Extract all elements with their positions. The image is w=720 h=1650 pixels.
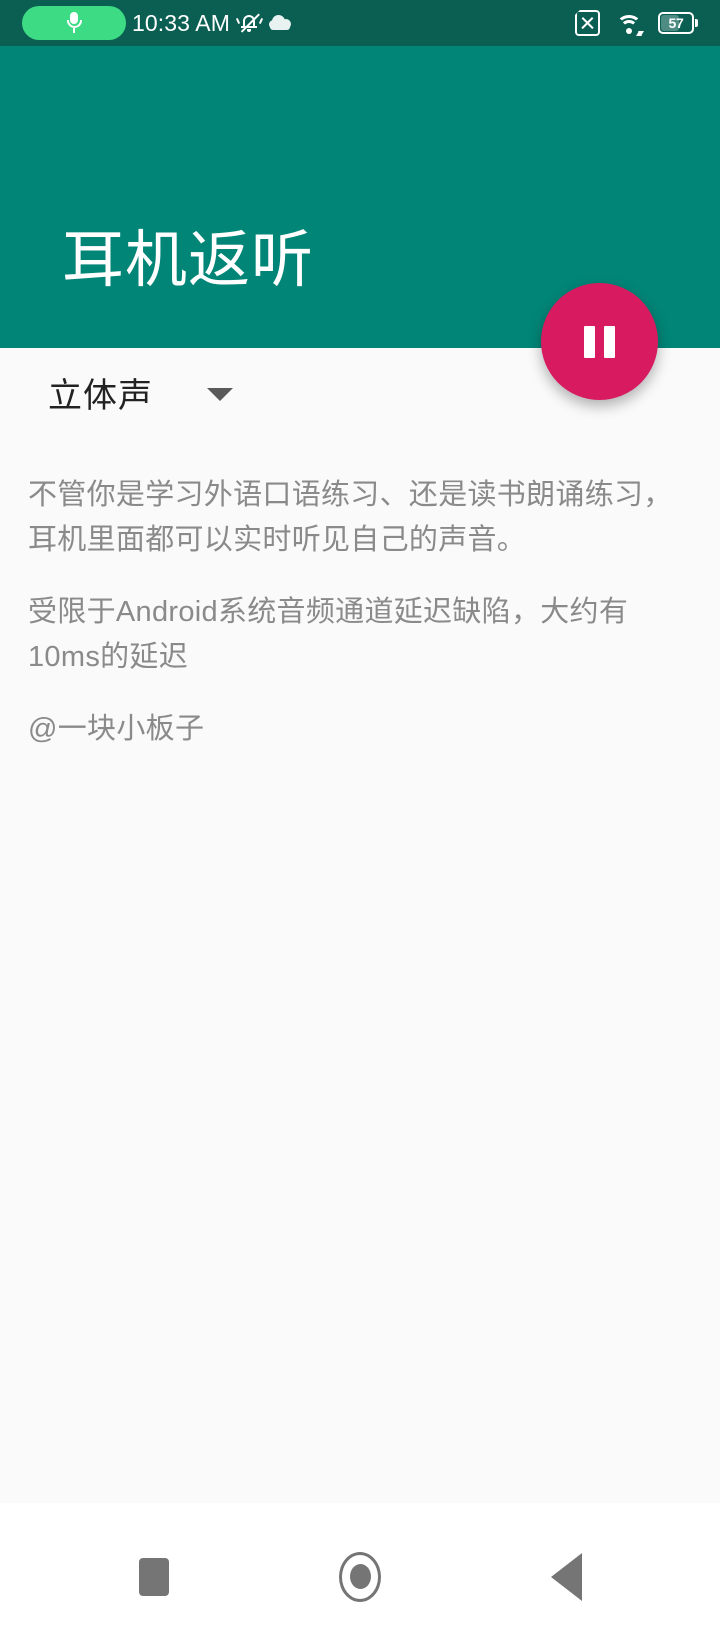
description-block: 不管你是学习外语口语练习、还是读书朗诵练习，耳机里面都可以实时听见自己的声音。 … (28, 473, 688, 752)
circle-home-icon (339, 1551, 381, 1602)
nav-recents-button[interactable] (79, 1527, 229, 1627)
pause-fab-button[interactable] (541, 283, 658, 400)
microphone-active-icon (22, 6, 126, 40)
nav-back-button[interactable] (491, 1527, 641, 1627)
audio-mode-spinner[interactable]: 立体声 (48, 368, 233, 417)
system-navigation-bar (0, 1503, 720, 1650)
pause-icon (584, 325, 615, 358)
status-bar: 10:33 AM 57 (0, 0, 720, 46)
audio-mode-selected-value: 立体声 (48, 377, 153, 415)
description-paragraph: 不管你是学习外语口语练习、还是读书朗诵练习，耳机里面都可以实时听见自己的声音。 (28, 479, 673, 556)
nav-home-button[interactable] (285, 1527, 435, 1627)
sim-card-no-signal-icon (567, 2, 600, 36)
phone-screen: 10:33 AM 57 耳机返听 立体声 不管你是学习外语口语练习、还是读书朗诵… (0, 0, 720, 1650)
status-bar-right: 57 (567, 2, 698, 36)
main-content: 立体声 不管你是学习外语口语练习、还是读书朗诵练习，耳机里面都可以实时听见自己的… (0, 348, 720, 1503)
cloud-icon (268, 14, 291, 32)
bell-muted-icon (235, 12, 264, 34)
square-recents-icon (139, 1557, 169, 1596)
wifi-icon (615, 12, 644, 36)
chevron-down-icon (207, 388, 233, 401)
triangle-back-icon (550, 1552, 582, 1601)
description-paragraph: @一块小板子 (28, 713, 205, 745)
status-bar-left: 10:33 AM (22, 6, 575, 40)
page-title: 耳机返听 (62, 226, 315, 295)
status-bar-clock: 10:33 AM (132, 9, 230, 36)
description-paragraph: 受限于Android系统音频通道延迟缺陷，大约有10ms的延迟 (28, 596, 629, 673)
battery-icon: 57 (658, 12, 698, 35)
battery-level-text: 57 (668, 15, 684, 31)
